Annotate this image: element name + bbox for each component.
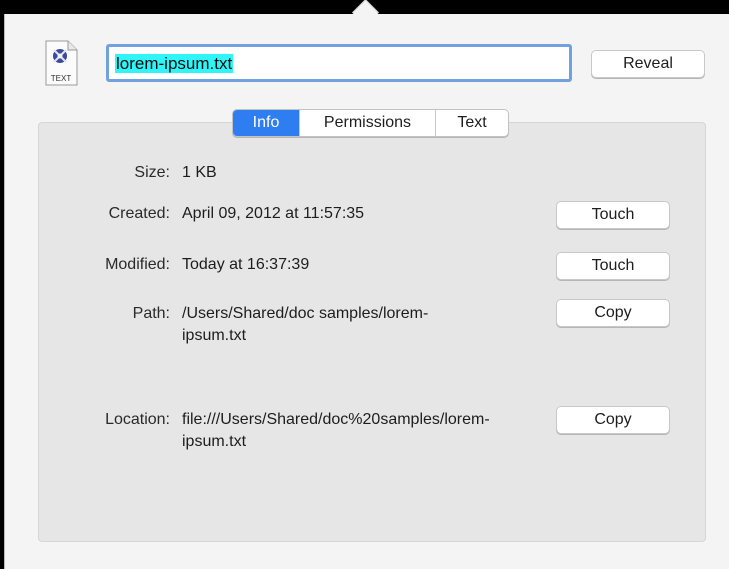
touch-modified-button[interactable]: Touch [556, 252, 670, 280]
tab-bar: Info Permissions Text [232, 109, 509, 137]
tab-info[interactable]: Info [233, 110, 299, 136]
path-label: Path: [132, 305, 170, 322]
size-value: 1 KB [182, 164, 217, 181]
text-document-icon: TEXT [44, 40, 78, 86]
reveal-button[interactable]: Reveal [591, 50, 705, 78]
copy-path-button[interactable]: Copy [556, 299, 670, 327]
path-value: /Users/Shared/doc samples/lorem-ipsum.tx… [182, 305, 429, 344]
touch-created-button[interactable]: Touch [556, 201, 670, 229]
created-label: Created: [108, 205, 170, 222]
modified-value: Today at 16:37:39 [182, 256, 310, 273]
location-value: file:///Users/Shared/doc%20samples/lorem… [182, 411, 490, 450]
tab-permissions[interactable]: Permissions [299, 110, 435, 136]
tab-text[interactable]: Text [435, 110, 508, 136]
created-value: April 09, 2012 at 11:57:35 [182, 205, 365, 222]
icon-caption: TEXT [51, 74, 72, 83]
filename-field[interactable]: lorem-ipsum.txt [106, 44, 572, 82]
window: TEXT lorem-ipsum.txt Reveal Info Permiss… [0, 0, 729, 569]
location-label: Location: [105, 411, 170, 428]
copy-location-button[interactable]: Copy [556, 406, 670, 434]
size-label: Size: [134, 164, 170, 181]
modified-label: Modified: [105, 256, 170, 273]
filename-value[interactable]: lorem-ipsum.txt [115, 54, 234, 73]
